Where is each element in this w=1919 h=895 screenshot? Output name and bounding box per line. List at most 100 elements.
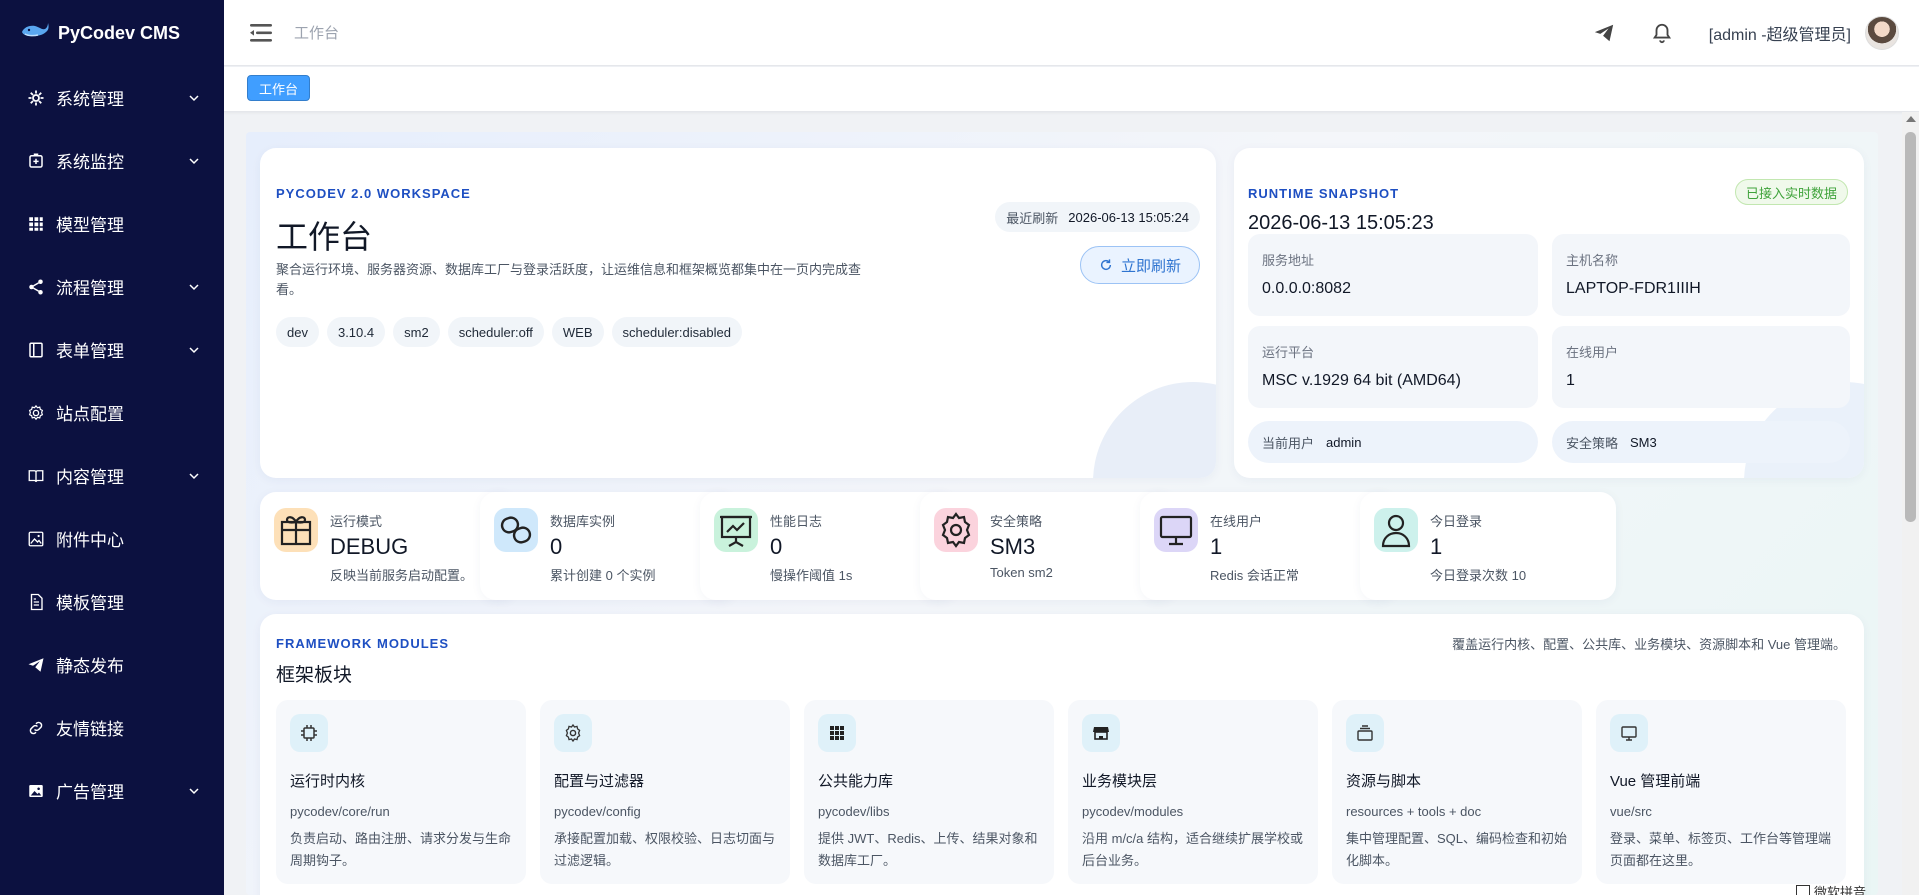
- sidebar-item-6[interactable]: 内容管理: [0, 444, 224, 507]
- chip-icon: [290, 714, 328, 752]
- module-card[interactable]: 业务模块层 pycodev/modules 沿用 m/c/a 结构，适合继续扩展学校…: [1068, 700, 1318, 884]
- platform-label: 运行平台: [1262, 345, 1315, 360]
- form-icon: [26, 340, 46, 360]
- chevron-down-icon: [189, 472, 199, 479]
- brand[interactable]: PyCodev CMS: [0, 0, 224, 66]
- module-path: pycodev/config: [554, 804, 641, 819]
- module-card[interactable]: Vue 管理前端 vue/src 登录、菜单、标签页、工作台等管理端页面都在这里。: [1596, 700, 1846, 884]
- stat-sub: 慢操作阈值 1s: [770, 568, 853, 583]
- grid-icon: [818, 714, 856, 752]
- link-chain-icon: [494, 508, 538, 552]
- module-card[interactable]: 运行时内核 pycodev/core/run 负责启动、路由注册、请求分发与生命周期…: [276, 700, 526, 884]
- module-title: Vue 管理前端: [1610, 773, 1701, 790]
- avatar[interactable]: [1865, 16, 1899, 50]
- security-label: 安全策略: [1566, 435, 1619, 451]
- sidebar-item-2[interactable]: 模型管理: [0, 192, 224, 255]
- env-chip: WEB: [551, 317, 604, 347]
- send-icon[interactable]: [1593, 22, 1615, 44]
- module-path: resources + tools + doc: [1346, 804, 1482, 819]
- chevron-down-icon: [189, 346, 199, 353]
- ime-indicator: 微软拼音: [1796, 882, 1866, 895]
- stat-value: 1: [1430, 534, 1443, 559]
- module-description: 承接配置加载、权限校验、日志切面与过滤逻辑。: [554, 831, 776, 868]
- stat-card: 在线用户 1 Redis 会话正常: [1140, 492, 1396, 600]
- host-label: 主机名称: [1566, 253, 1619, 268]
- sidebar-menu: 系统管理 系统监控模型管理流程管理 表单管理 站点配置内容管理附件中心 模板管理 静态发布…: [0, 66, 224, 822]
- sidebar-item-1[interactable]: 系统监控: [0, 129, 224, 192]
- share-icon: [26, 277, 46, 297]
- server-address-box: 服务地址 0.0.0.0:8082: [1248, 234, 1538, 316]
- stat-card: 性能日志 0 慢操作阈值 1s: [700, 492, 956, 600]
- refresh-button[interactable]: 立即刷新: [1079, 246, 1200, 284]
- stat-label: 性能日志: [770, 514, 823, 529]
- module-title: 公共能力库: [818, 773, 894, 790]
- vertical-scrollbar[interactable]: [1902, 112, 1919, 895]
- stat-label: 数据库实例: [550, 514, 616, 529]
- document-icon: [26, 592, 46, 612]
- send-icon: [26, 655, 46, 675]
- framework-note: 覆盖运行内核、配置、公共库、业务模块、资源脚本和 Vue 管理端。: [1452, 637, 1846, 652]
- module-card[interactable]: 配置与过滤器 pycodev/config 承接配置加载、权限校验、日志切面与过滤逻…: [540, 700, 790, 884]
- grid-icon: [26, 214, 46, 234]
- cog-outline-icon: [26, 403, 46, 423]
- env-chip: 3.10.4: [326, 317, 386, 347]
- module-description: 提供 JWT、Redis、上传、结果对象和数据库工厂。: [818, 831, 1038, 868]
- chevron-down-icon: [189, 157, 199, 164]
- online-box: 在线用户 1: [1552, 326, 1850, 408]
- stat-sub: Redis 会话正常: [1210, 568, 1299, 583]
- server-address-value: 0.0.0.0:8082: [1262, 280, 1351, 297]
- presentation-icon: [714, 508, 758, 552]
- menu-toggle-icon[interactable]: [250, 22, 276, 44]
- sidebar-item-label: 内容管理: [56, 468, 124, 487]
- sidebar-item-5[interactable]: 站点配置: [0, 381, 224, 444]
- image-icon: [26, 529, 46, 549]
- ime-label: 微软拼音: [1814, 885, 1867, 895]
- env-chip: scheduler:disabled: [611, 317, 742, 347]
- stat-label: 今日登录: [1430, 514, 1483, 529]
- sidebar-item-8[interactable]: 模板管理: [0, 570, 224, 633]
- module-path: pycodev/core/run: [290, 804, 390, 819]
- last-refresh: 最近刷新 2026-06-13 15:05:24: [995, 202, 1200, 232]
- workspace-eyebrow: PYCODEV 2.0 WORKSPACE: [276, 186, 471, 201]
- user-icon: [1374, 508, 1418, 552]
- security-line: 安全策略 SM3: [1552, 421, 1850, 463]
- workspace-description: 聚合运行环境、服务器资源、数据库工厂与登录活跃度，让运维信息和框架概览都集中在一…: [276, 262, 862, 297]
- current-user-line: 当前用户 admin: [1248, 421, 1538, 463]
- last-refresh-label: 最近刷新: [1006, 210, 1059, 226]
- module-card[interactable]: 公共能力库 pycodev/libs 提供 JWT、Redis、上传、结果对象和数据…: [804, 700, 1054, 884]
- module-card[interactable]: 资源与脚本 resources + tools + doc 集中管理配置、SQL、编…: [1332, 700, 1582, 884]
- sidebar-item-4[interactable]: 表单管理: [0, 318, 224, 381]
- monitor-icon: [1610, 714, 1648, 752]
- tag-workbench[interactable]: 工作台: [247, 75, 311, 101]
- framework-title: 框架板块: [276, 665, 353, 686]
- env-chips: dev 3.10.4 sm2 scheduler:off WEB scheduler:di…: [276, 317, 742, 347]
- sidebar-item-0[interactable]: 系统管理: [0, 66, 224, 129]
- sidebar-item-7[interactable]: 附件中心: [0, 507, 224, 570]
- status-badge: 已接入实时数据: [1734, 179, 1848, 205]
- stat-sub: Token sm2: [990, 565, 1053, 580]
- app-title: PyCodev CMS: [58, 22, 181, 43]
- sidebar-item-10[interactable]: 友情链接: [0, 696, 224, 759]
- sidebar-item-11[interactable]: 广告管理: [0, 759, 224, 822]
- settings-icon: [554, 714, 592, 752]
- security-value: SM3: [1630, 434, 1657, 450]
- sidebar-item-label: 模型管理: [56, 216, 124, 235]
- sidebar-item-9[interactable]: 静态发布: [0, 633, 224, 696]
- sidebar-item-3[interactable]: 流程管理: [0, 255, 224, 318]
- env-chip: sm2: [393, 317, 440, 347]
- module-path: vue/src: [1610, 804, 1652, 819]
- whale-logo-icon: [20, 20, 50, 47]
- scroll-thumb[interactable]: [1905, 132, 1916, 522]
- sidebar-item-label: 友情链接: [56, 720, 124, 739]
- breadcrumb[interactable]: 工作台: [294, 22, 339, 43]
- last-refresh-time: 2026-06-13 15:05:24: [1068, 209, 1189, 225]
- module-description: 集中管理配置、SQL、编码检查和初始化脚本。: [1346, 831, 1568, 868]
- sidebar-item-label: 广告管理: [56, 783, 124, 802]
- user-menu[interactable]: [admin -超级管理员]: [1709, 21, 1851, 45]
- env-chip: scheduler:off: [447, 317, 544, 347]
- bell-icon[interactable]: [1651, 22, 1673, 44]
- stat-value: 1: [1210, 534, 1223, 559]
- scroll-up-icon[interactable]: [1906, 116, 1916, 122]
- stat-label: 运行模式: [330, 514, 383, 529]
- stat-card: 今日登录 1 今日登录次数 10: [1360, 492, 1616, 600]
